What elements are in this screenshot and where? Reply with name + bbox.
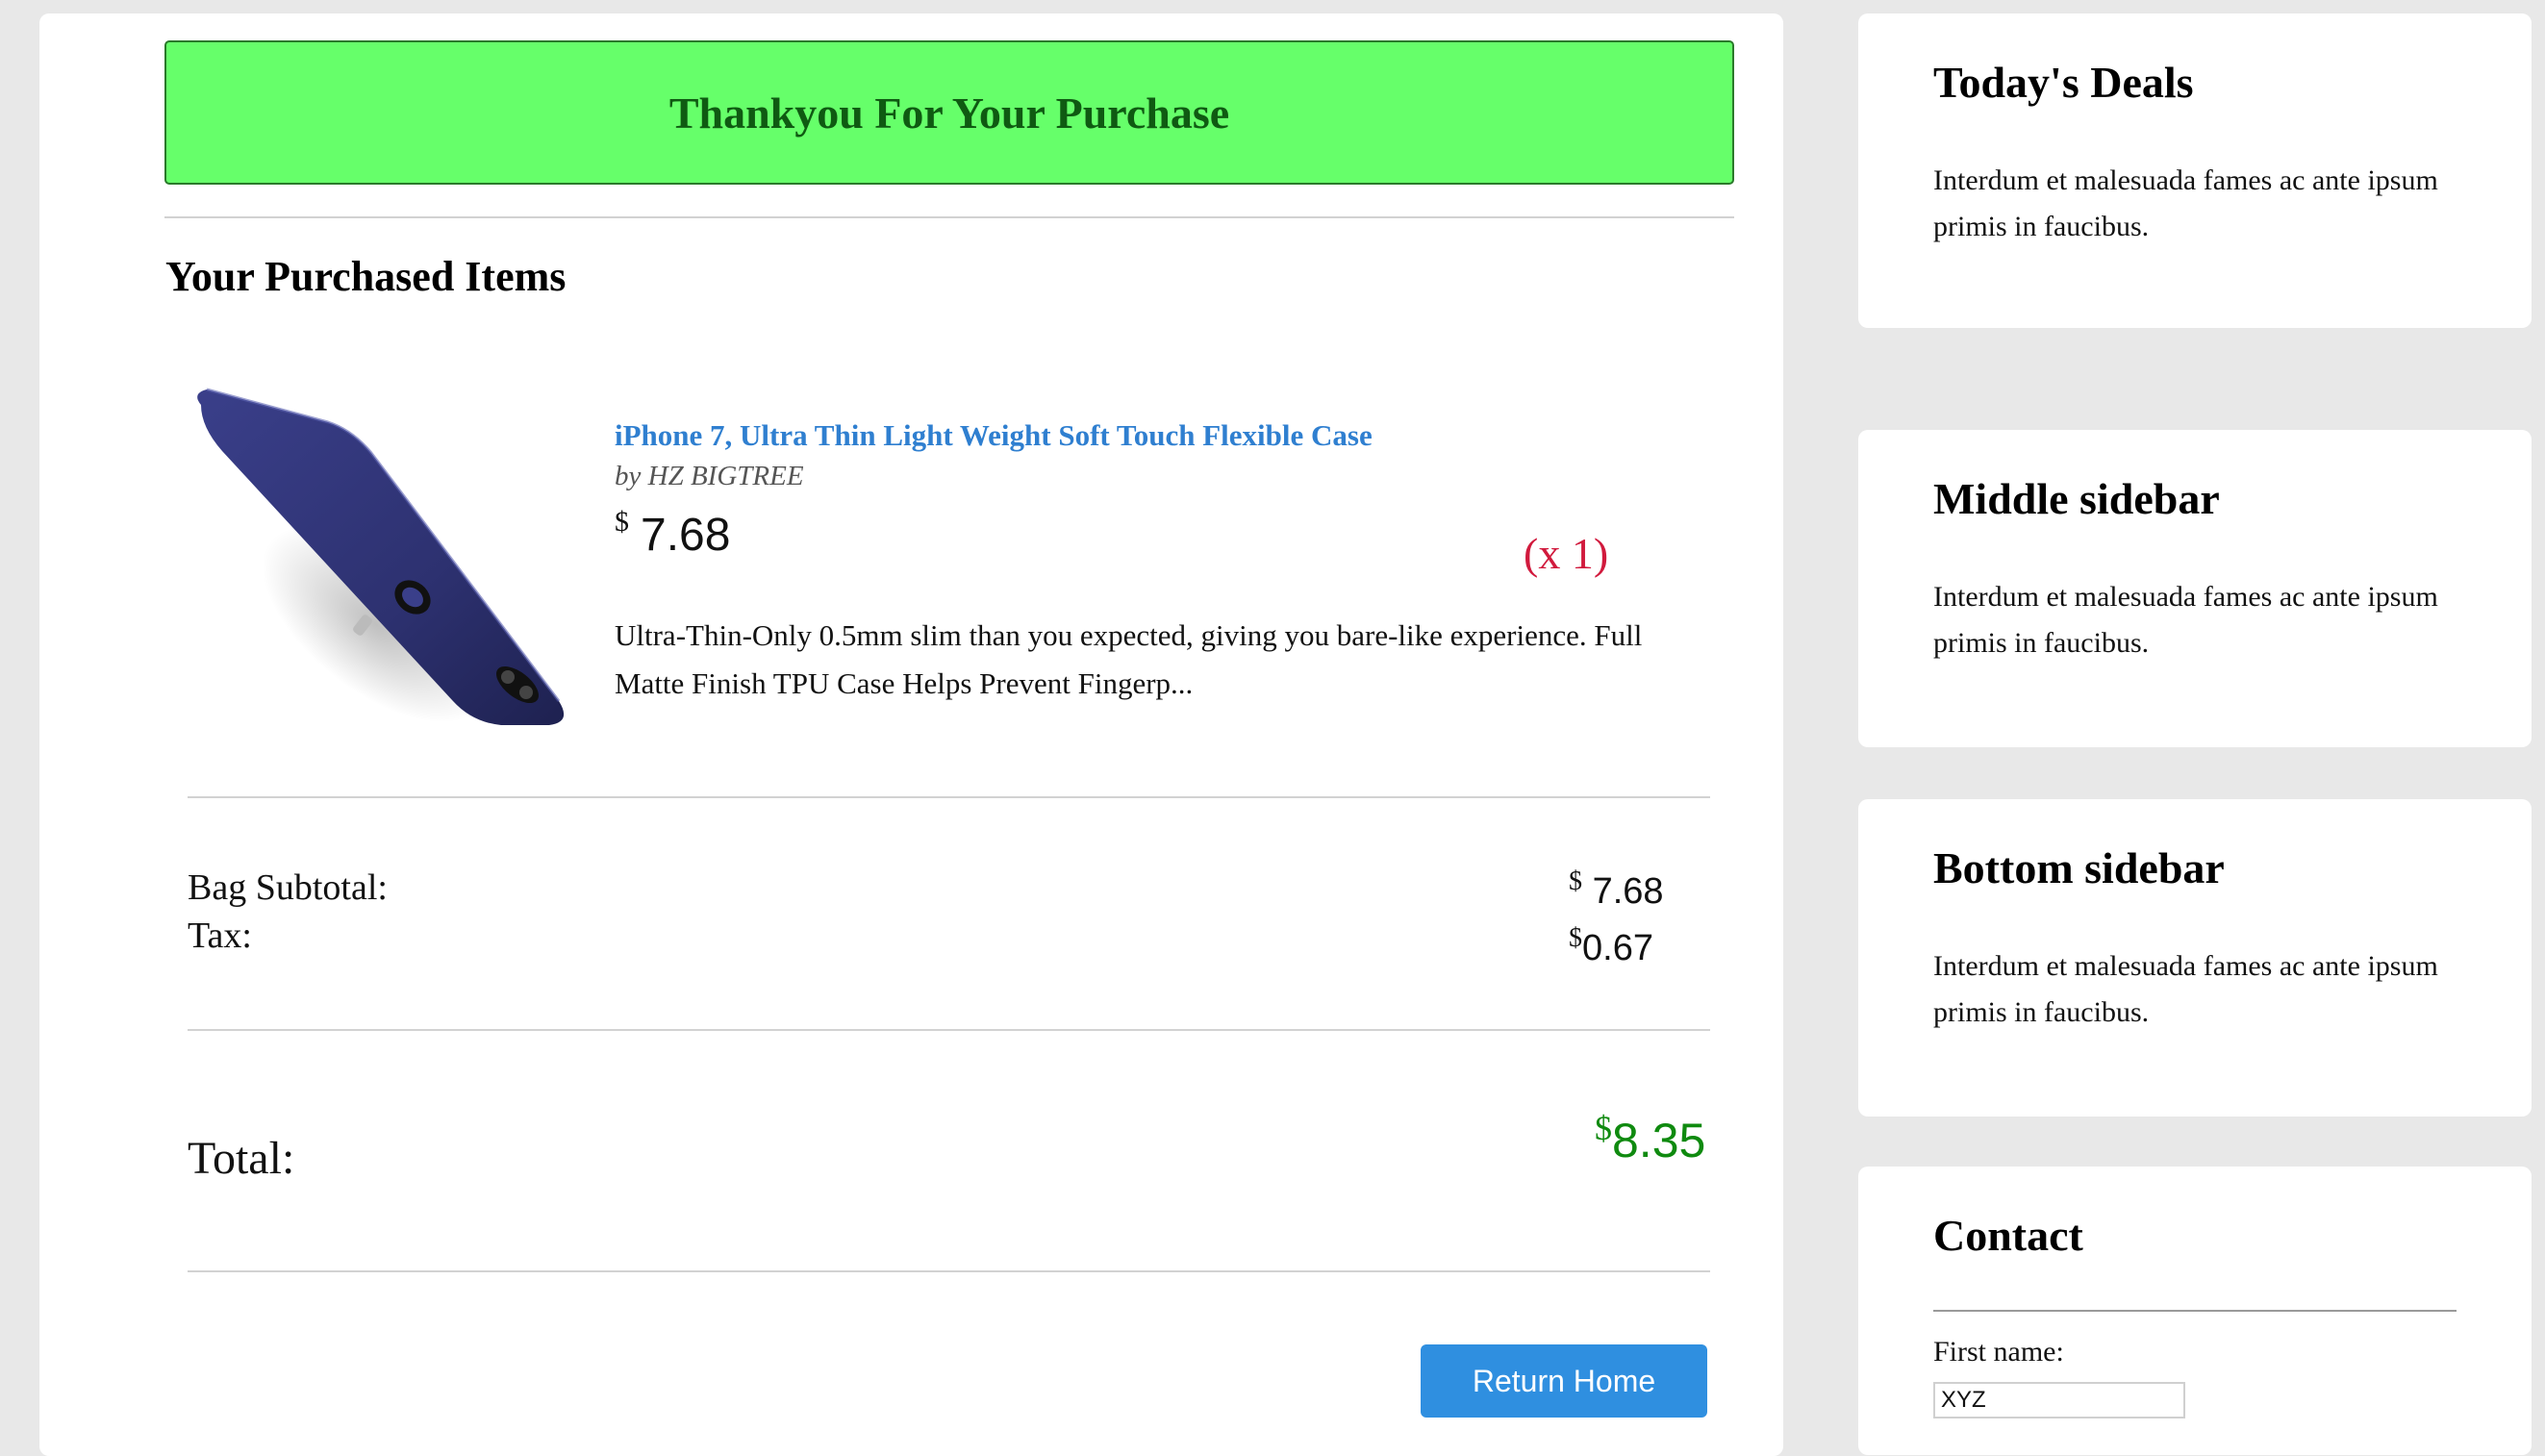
currency-symbol: $	[1569, 866, 1582, 896]
currency-symbol: $	[1569, 923, 1582, 953]
subtotal-value: $ 7.68	[1569, 866, 1664, 913]
contact-title: Contact	[1933, 1211, 2083, 1260]
sidebar-deals-card: Today's Deals Interdum et malesuada fame…	[1858, 13, 2532, 328]
sidebar-contact-card: Contact First name:	[1858, 1167, 2532, 1455]
total-value: $8.35	[1595, 1108, 1705, 1168]
product-description: Ultra-Thin-Only 0.5mm slim than you expe…	[615, 618, 1643, 700]
middle-sidebar-text: Interdum et malesuada fames ac ante ipsu…	[1933, 581, 2438, 659]
sidebar-bottom-card: Bottom sidebar Interdum et malesuada fam…	[1858, 799, 2532, 1117]
divider	[188, 1029, 1710, 1031]
currency-symbol: $	[1595, 1109, 1612, 1147]
return-home-button[interactable]: Return Home	[1421, 1344, 1707, 1418]
purchased-items-heading: Your Purchased Items	[165, 253, 567, 300]
bottom-sidebar-text: Interdum et malesuada fames ac ante ipsu…	[1933, 950, 2438, 1028]
tax-amount: 0.67	[1582, 928, 1653, 968]
tax-value: $0.67	[1569, 923, 1653, 969]
total-amount: 8.35	[1612, 1114, 1706, 1167]
product-price: $7.68	[615, 506, 730, 562]
product-title-link[interactable]: iPhone 7, Ultra Thin Light Weight Soft T…	[615, 418, 1373, 453]
divider	[164, 216, 1734, 218]
main-content-card: Thankyou For Your Purchase Your Purchase…	[39, 13, 1783, 1456]
subtotal-label: Bag Subtotal:	[188, 867, 388, 908]
bottom-sidebar-title: Bottom sidebar	[1933, 843, 2225, 892]
total-label: Total:	[188, 1133, 295, 1184]
first-name-field[interactable]	[1933, 1382, 2185, 1418]
divider	[188, 1270, 1710, 1272]
currency-symbol: $	[615, 506, 629, 538]
thankyou-banner: Thankyou For Your Purchase	[164, 40, 1734, 185]
phone-case-image[interactable]	[184, 384, 578, 735]
middle-sidebar-title: Middle sidebar	[1933, 474, 2220, 523]
subtotal-amount: 7.68	[1592, 871, 1664, 912]
product-quantity: (x 1)	[1524, 529, 1609, 578]
tax-label: Tax:	[188, 916, 252, 956]
divider	[1933, 1310, 2457, 1312]
product-brand: by HZ BIGTREE	[615, 461, 804, 491]
deals-title: Today's Deals	[1933, 58, 2194, 107]
deals-text: Interdum et malesuada fames ac ante ipsu…	[1933, 164, 2438, 242]
first-name-label: First name:	[1933, 1336, 2064, 1368]
thankyou-text: Thankyou For Your Purchase	[668, 88, 1230, 138]
sidebar-middle-card: Middle sidebar Interdum et malesuada fam…	[1858, 430, 2532, 747]
divider	[188, 796, 1710, 798]
product-price-value: 7.68	[641, 510, 731, 561]
